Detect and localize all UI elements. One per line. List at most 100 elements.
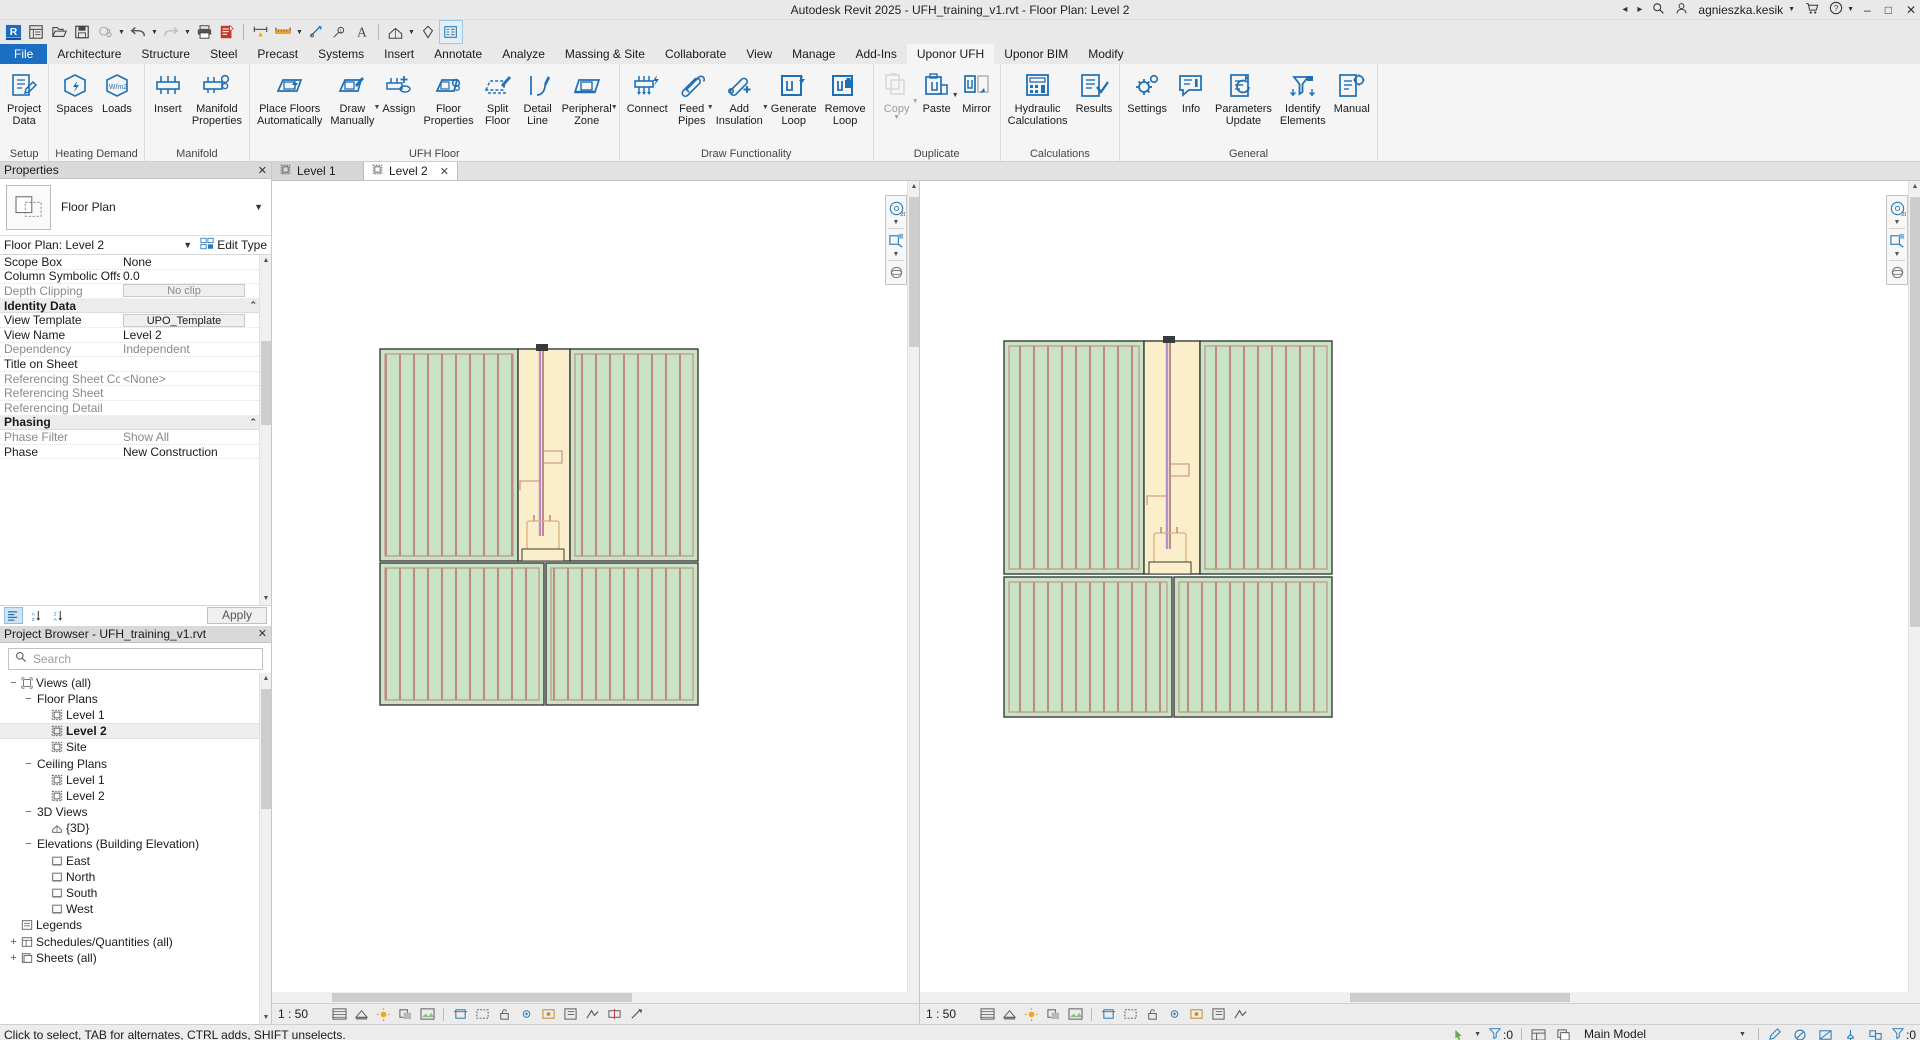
split-floor-button[interactable]: Split Floor [478, 67, 518, 129]
text-icon[interactable]: A [351, 21, 373, 43]
detail-level-icon[interactable] [978, 1006, 996, 1023]
tree-node-sheets-all-[interactable]: + Sheets (all) [0, 950, 271, 966]
project-browser-scrollbar[interactable]: ▲ ▼ [259, 672, 271, 1024]
collapse-node-icon[interactable]: − [23, 806, 34, 818]
property-row[interactable]: Referencing Detail [0, 401, 271, 416]
shadows-icon[interactable] [1044, 1006, 1062, 1023]
canvas-vertical-scrollbar-right[interactable]: ▲ ▼ [1908, 181, 1920, 1003]
close-button[interactable]: ✕ [1906, 3, 1916, 17]
reveal-hidden-elements-icon[interactable] [1187, 1006, 1205, 1023]
orbit-icon[interactable] [886, 262, 906, 282]
section-icon[interactable] [417, 21, 439, 43]
unlock-3d-icon[interactable] [1143, 1006, 1161, 1023]
tree-node-schedules-quantities-all-[interactable]: + Schedules/Quantities (all) [0, 934, 271, 950]
drawing-canvas-right[interactable]: 2D ▼ ▼ ▲ [920, 181, 1920, 1003]
redo-icon[interactable] [160, 21, 182, 43]
remove-loop-button[interactable]: Remove Loop [821, 67, 870, 129]
account-menu[interactable]: agnieszka.kesik ▼ [1698, 3, 1795, 17]
help-dropdown-caret-icon[interactable]: ▼ [1847, 6, 1854, 13]
ribbon-tab-uponor-bim[interactable]: Uponor BIM [994, 44, 1078, 64]
editable-only-icon[interactable] [1767, 1027, 1784, 1040]
settings-button[interactable]: Settings [1123, 67, 1171, 117]
expand-node-icon[interactable]: + [8, 952, 19, 964]
canvas-scroll-thumb-left[interactable] [909, 197, 919, 347]
ribbon-tab-collaborate[interactable]: Collaborate [655, 44, 736, 64]
sync-with-central-icon[interactable] [94, 21, 116, 43]
exclude-links-icon[interactable] [1817, 1027, 1834, 1040]
detail-line-button[interactable]: Detail Line [518, 67, 558, 129]
tree-node-floor-plans[interactable]: − Floor Plans [0, 691, 271, 707]
temporary-hide-isolate-icon[interactable] [517, 1006, 535, 1023]
collapse-node-icon[interactable]: − [23, 758, 34, 770]
show-crop-icon[interactable] [473, 1006, 491, 1023]
canvas-scroll-thumb-right[interactable] [1910, 197, 1920, 627]
assign-button[interactable]: Assign [378, 67, 419, 117]
property-row[interactable]: Referencing Sheet Collec...<None> [0, 372, 271, 387]
chevron-down-icon[interactable]: ▼ [254, 202, 263, 212]
connect-button[interactable]: Connect [623, 67, 672, 117]
maximize-button[interactable]: □ [1885, 3, 1892, 17]
crop-view-icon[interactable] [451, 1006, 469, 1023]
add-insulation-button[interactable]: Add Insulation ▼ [712, 67, 769, 129]
property-value[interactable]: Show All [120, 430, 271, 444]
temporary-view-properties-icon[interactable] [561, 1006, 579, 1023]
group-by-category-button[interactable] [4, 607, 23, 624]
tree-node--3d-[interactable]: · {3D} [0, 820, 271, 836]
design-options-icon[interactable] [1555, 1027, 1572, 1040]
feed-pipes-button[interactable]: Feed Pipes ▼ [672, 67, 714, 129]
exclude-pinned-icon[interactable] [1842, 1027, 1859, 1040]
search-icon[interactable] [1652, 2, 1665, 18]
project-browser-scroll-thumb[interactable] [261, 688, 271, 809]
spaces-button[interactable]: Spaces [52, 67, 97, 117]
peripheral-zone-button[interactable]: Peripheral Zone ▼ [558, 67, 618, 129]
user-avatar-icon[interactable] [1675, 2, 1688, 18]
tag-number-icon[interactable]: 1 [328, 21, 350, 43]
redo-dropdown-caret-icon[interactable]: ▼ [183, 21, 192, 43]
property-value[interactable]: No clip [120, 284, 271, 298]
paste-button[interactable]: Paste ▼ [917, 67, 959, 117]
properties-scroll-thumb[interactable] [261, 341, 271, 425]
ribbon-tab-annotate[interactable]: Annotate [424, 44, 492, 64]
property-value[interactable]: Independent [120, 342, 271, 356]
default-3d-view-icon[interactable] [384, 21, 406, 43]
collapse-node-icon[interactable]: − [23, 693, 34, 705]
unlock-3d-icon[interactable] [495, 1006, 513, 1023]
property-value[interactable]: UPO_Template [120, 313, 271, 327]
save-icon[interactable] [71, 21, 93, 43]
results-button[interactable]: Results [1072, 67, 1117, 117]
property-row[interactable]: Dependency Independent [0, 342, 271, 358]
scroll-up-arrow-icon[interactable]: ▲ [260, 255, 271, 267]
tree-node-level-2[interactable]: · Level 2 [0, 723, 271, 740]
zoom-caret-icon[interactable]: ▼ [893, 251, 900, 259]
property-value[interactable]: <None> [120, 372, 271, 386]
nav-prev-icon[interactable]: ◂ [1622, 4, 1627, 15]
parameters-update-button[interactable]: Parameters Update [1211, 67, 1276, 129]
close-tab-icon[interactable]: ✕ [440, 165, 449, 178]
exclude-options-icon[interactable] [1792, 1027, 1809, 1040]
scroll-down-arrow-icon[interactable]: ▼ [260, 593, 271, 605]
zoom-tool-icon[interactable] [1887, 230, 1907, 250]
cart-icon[interactable] [1805, 2, 1819, 18]
revit-logo-icon[interactable]: R [2, 21, 24, 43]
steering-wheel-caret-icon[interactable]: ▼ [1894, 219, 1901, 227]
view-scale-right[interactable]: 1 : 50 [926, 1007, 974, 1021]
insert-manifold-button[interactable]: Insert [148, 67, 188, 117]
minimize-button[interactable]: – [1864, 3, 1871, 17]
project-browser-close-icon[interactable]: ✕ [258, 627, 267, 640]
detail-level-icon[interactable] [330, 1006, 348, 1023]
properties-close-icon[interactable]: ✕ [258, 164, 267, 177]
print-icon[interactable] [193, 21, 215, 43]
view-dropdown-caret-icon[interactable]: ▼ [407, 21, 416, 43]
dropdown-caret-icon[interactable]: ▼ [373, 104, 380, 111]
chevron-down-icon[interactable]: ▼ [183, 240, 196, 250]
view-scale-left[interactable]: 1 : 50 [278, 1007, 326, 1021]
tree-node-west[interactable]: · West [0, 901, 271, 917]
tree-node-east[interactable]: · East [0, 853, 271, 869]
visual-style-icon[interactable] [1000, 1006, 1018, 1023]
collapse-node-icon[interactable]: − [8, 677, 19, 689]
zoom-caret-icon[interactable]: ▼ [1894, 251, 1901, 259]
mirror-button[interactable]: Mirror [957, 67, 997, 117]
chevron-down-icon[interactable]: ▼ [1474, 1031, 1481, 1038]
open-icon[interactable] [48, 21, 70, 43]
canvas-horizontal-scrollbar-left[interactable] [272, 992, 919, 1003]
